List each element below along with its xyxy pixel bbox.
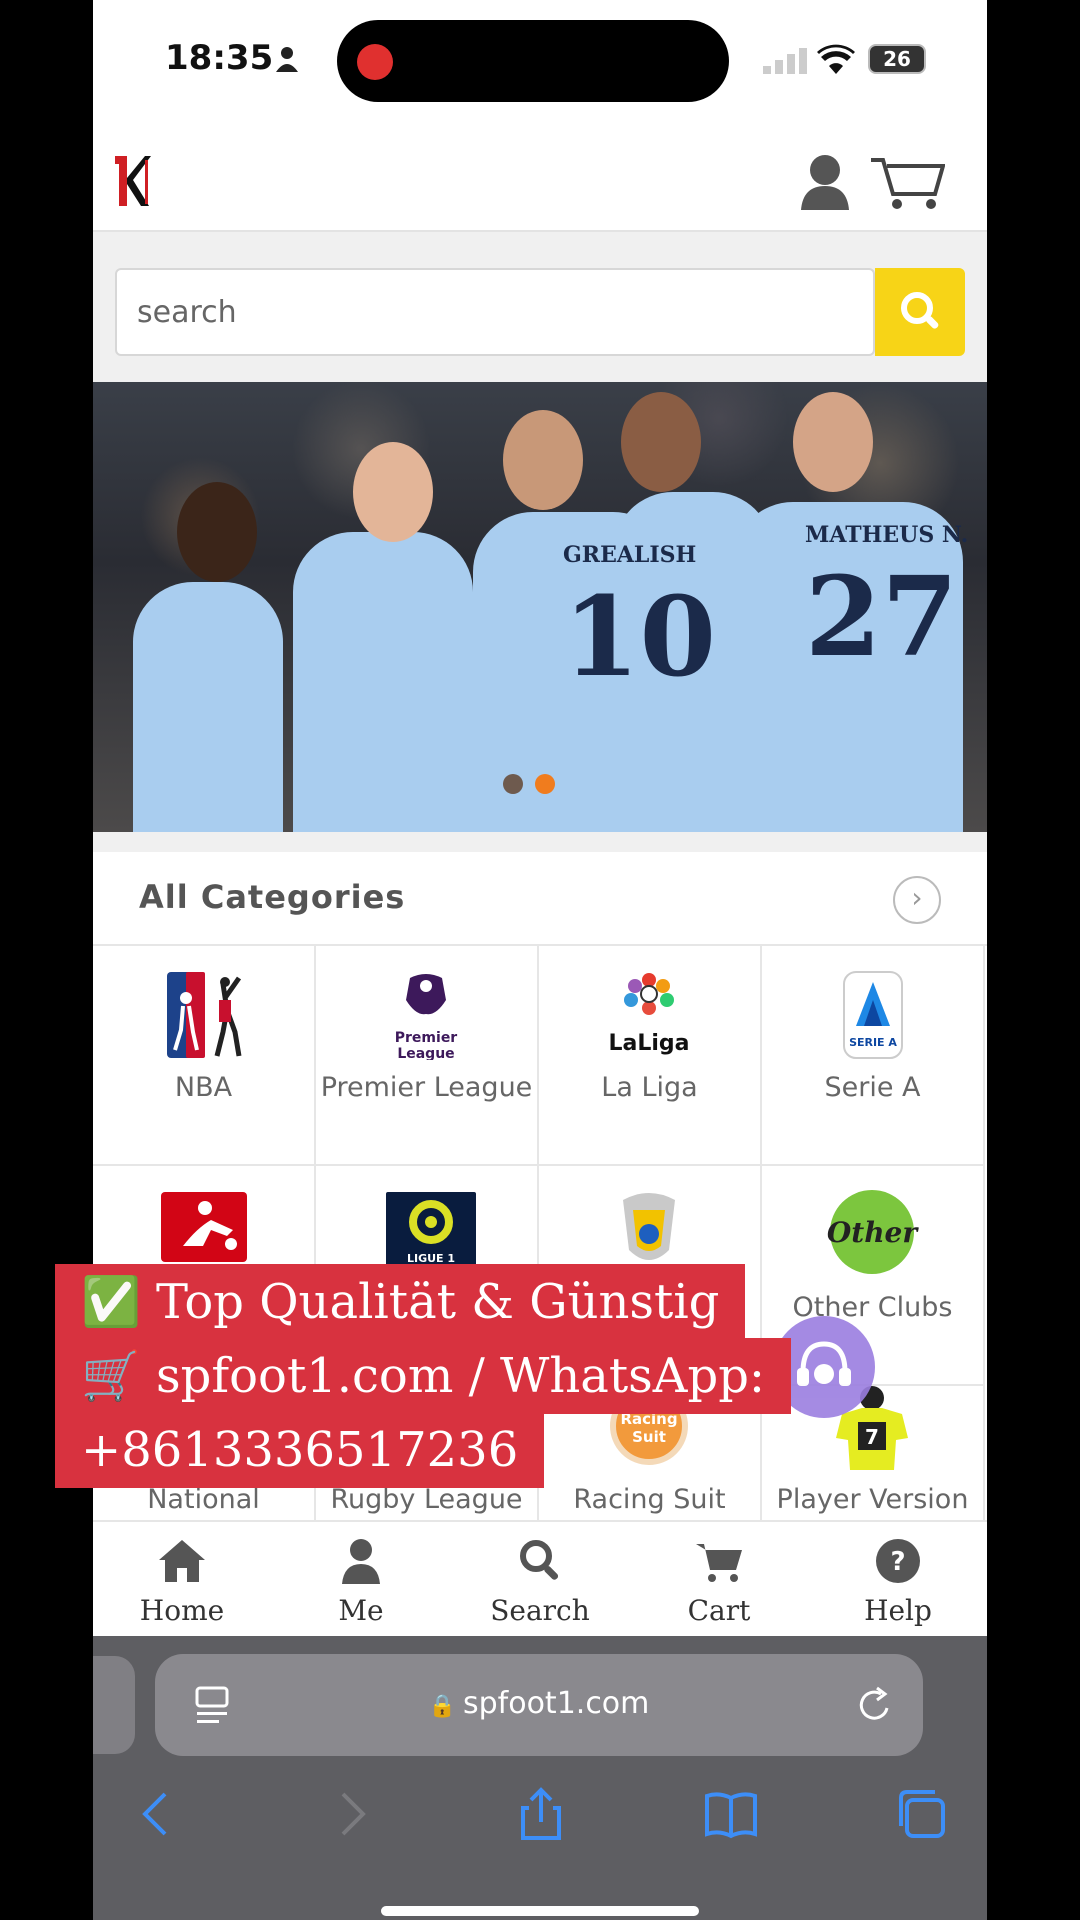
svg-text:League: League <box>397 1046 454 1060</box>
bookmarks-icon[interactable] <box>703 1786 759 1842</box>
serie-a-logo-icon: SERIE A <box>843 971 903 1059</box>
search-input[interactable] <box>137 270 837 354</box>
slider-dots <box>503 774 555 794</box>
back-icon[interactable] <box>129 1786 185 1842</box>
nav-search[interactable]: Search <box>451 1522 629 1638</box>
svg-text:SERIE A: SERIE A <box>849 1036 897 1049</box>
category-label: Player Version <box>776 1484 969 1515</box>
focus-person-icon <box>276 47 298 72</box>
url-text: 🔒 spfoot1.com <box>155 1686 923 1721</box>
category-serie-a[interactable]: SERIE A Serie A <box>762 946 985 1166</box>
dynamic-island <box>337 20 729 102</box>
nav-label: Home <box>139 1594 225 1627</box>
banner-player-1 <box>133 582 283 832</box>
slider-dot-1[interactable] <box>503 774 523 794</box>
nba-logo-icon <box>167 972 242 1058</box>
cart-icon[interactable] <box>869 154 945 210</box>
categories-title: All Categories <box>139 878 406 916</box>
banner-player-head-3 <box>503 410 583 510</box>
other-clubs-badge-icon: Other <box>827 1190 919 1274</box>
site-logo[interactable] <box>111 152 155 210</box>
status-bar: 18:35 26 <box>93 0 987 120</box>
nav-label: Search <box>490 1594 590 1627</box>
browser-chrome: 🔒 spfoot1.com <box>93 1636 987 1920</box>
account-icon[interactable] <box>799 154 851 210</box>
battery-indicator: 26 <box>868 44 926 74</box>
svg-text:?: ? <box>890 1547 905 1577</box>
search-button[interactable] <box>875 268 965 356</box>
banner-player-head-2 <box>353 442 433 542</box>
site-header <box>93 120 987 232</box>
nav-label: Me <box>338 1594 384 1627</box>
svg-text:7: 7 <box>865 1425 879 1449</box>
search-icon <box>520 1540 559 1580</box>
search-section <box>93 232 987 382</box>
forward-icon[interactable] <box>323 1786 379 1842</box>
promo-line-1: ✅ Top Qualität & Günstig <box>55 1264 746 1340</box>
promo-line-3: +8613336517236 <box>55 1412 545 1488</box>
signal-icon <box>763 48 807 74</box>
phone-screen: 18:35 26 search GREALISH 10 MATHEUS N. 2… <box>93 0 987 1920</box>
nav-label: Help <box>864 1594 932 1627</box>
nav-label: Cart <box>687 1594 751 1627</box>
home-indicator <box>381 1906 699 1916</box>
banner-player-2 <box>293 532 473 832</box>
home-icon <box>159 1540 205 1582</box>
category-label: NBA <box>174 1072 233 1103</box>
nav-help[interactable]: ? Help <box>809 1522 987 1638</box>
category-label: Serie A <box>824 1072 921 1103</box>
premier-league-logo-icon: Premier League <box>395 974 458 1060</box>
category-nba[interactable]: NBA <box>93 946 316 1166</box>
banner-player-head-1 <box>177 482 257 582</box>
bottom-navigation: Home Me Search Cart ? Help <box>93 1520 987 1636</box>
nav-me[interactable]: Me <box>272 1522 450 1638</box>
share-icon[interactable] <box>513 1786 569 1842</box>
wifi-icon <box>817 44 855 74</box>
battery-level: 26 <box>883 47 911 71</box>
banner-player-head-5 <box>793 392 873 492</box>
address-bar[interactable]: 🔒 spfoot1.com <box>155 1654 923 1756</box>
categories-header: All Categories › <box>93 852 987 946</box>
promo-line-2: 🛒 spfoot1.com / WhatsApp: <box>55 1338 792 1414</box>
cart-icon <box>696 1544 742 1582</box>
lock-icon: 🔒 <box>428 1694 463 1719</box>
nav-cart[interactable]: Cart <box>630 1522 808 1638</box>
chevron-right-icon: › <box>911 881 923 914</box>
category-la-liga[interactable]: LaLiga La Liga <box>539 946 762 1166</box>
laliga-logo-icon: LaLiga <box>608 973 690 1056</box>
status-time: 18:35 <box>165 38 274 78</box>
svg-text:Premier: Premier <box>395 1030 458 1046</box>
slider-dot-2[interactable] <box>535 774 555 794</box>
search-icon <box>901 292 939 329</box>
category-premier-league[interactable]: Premier League Premier League <box>316 946 539 1166</box>
jersey-name-grealish: GREALISH <box>563 542 697 568</box>
svg-text:LaLiga: LaLiga <box>608 1031 689 1056</box>
section-divider <box>93 832 987 852</box>
jersey-name-matheus: MATHEUS N. <box>805 522 969 548</box>
hero-banner[interactable]: GREALISH 10 MATHEUS N. 27 <box>93 382 987 832</box>
previous-tab-preview[interactable] <box>93 1656 135 1754</box>
url-domain: spfoot1.com <box>462 1686 650 1721</box>
other-badge-text: Other <box>827 1216 919 1249</box>
search-box <box>115 268 875 356</box>
category-label: Premier League <box>320 1072 533 1103</box>
category-label: Racing Suit <box>573 1484 726 1515</box>
svg-text:Suit: Suit <box>632 1428 666 1446</box>
tabs-icon[interactable] <box>893 1786 949 1842</box>
categories-more-button[interactable]: › <box>893 876 941 924</box>
jersey-number-10: 10 <box>563 572 717 701</box>
nav-home[interactable]: Home <box>93 1522 271 1638</box>
help-icon: ? <box>876 1539 920 1583</box>
jersey-number-27: 27 <box>805 552 959 681</box>
category-label: La Liga <box>601 1072 698 1103</box>
banner-player-head-4 <box>621 392 701 492</box>
person-icon <box>342 1539 380 1584</box>
reload-icon[interactable] <box>855 1684 895 1726</box>
recording-indicator <box>357 44 393 80</box>
